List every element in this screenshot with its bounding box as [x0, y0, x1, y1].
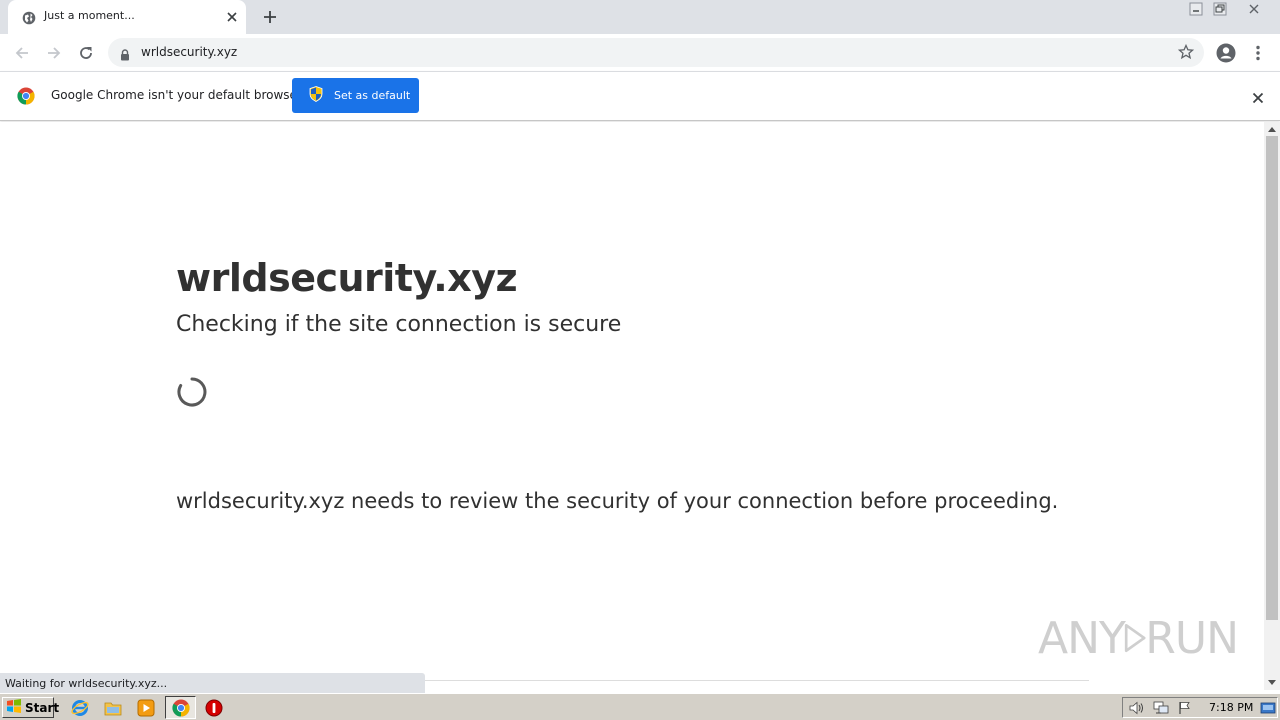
set-as-default-label: Set as default: [334, 89, 411, 102]
scroll-thumb[interactable]: [1266, 136, 1278, 620]
volume-icon[interactable]: [1129, 700, 1145, 716]
tab-strip: Just a moment...: [0, 0, 1280, 34]
tab-close-icon[interactable]: [224, 9, 240, 25]
set-as-default-button[interactable]: Set as default: [292, 78, 419, 113]
forward-button[interactable]: [41, 40, 67, 66]
status-bubble: Waiting for wrldsecurity.xyz...: [0, 673, 425, 693]
vertical-scrollbar[interactable]: [1264, 122, 1280, 690]
restore-button[interactable]: [1208, 0, 1232, 18]
network-icon[interactable]: [1153, 700, 1169, 716]
close-window-button[interactable]: [1240, 0, 1268, 18]
anyrun-watermark: ANY RUN: [1038, 608, 1239, 668]
media-player-icon[interactable]: [136, 698, 156, 718]
show-desktop-icon[interactable]: [1260, 700, 1276, 716]
minimize-button[interactable]: [1184, 0, 1208, 18]
scroll-up-arrow-icon[interactable]: [1264, 122, 1280, 136]
windows-taskbar: Start 7:18 PM: [0, 693, 1280, 720]
loading-spinner-icon: [176, 376, 208, 408]
default-browser-infobar: Google Chrome isn't your default browser…: [0, 71, 1280, 121]
page-viewport: wrldsecurity.xyz Checking if the site co…: [0, 122, 1264, 681]
system-tray: 7:18 PM: [1122, 697, 1278, 718]
chrome-taskbar-icon[interactable]: [171, 698, 191, 718]
uac-shield-icon: [309, 86, 323, 105]
infobar-close-icon[interactable]: [1252, 89, 1264, 108]
internet-explorer-icon[interactable]: [70, 698, 90, 718]
back-button[interactable]: [9, 40, 35, 66]
taskbar-clock[interactable]: 7:18 PM: [1209, 701, 1253, 714]
infobar-message: Google Chrome isn't your default browser: [51, 88, 302, 102]
chrome-logo-icon: [17, 87, 35, 105]
tab-title: Just a moment...: [44, 9, 135, 22]
play-triangle-icon: [1124, 623, 1146, 653]
bookmark-star-icon[interactable]: [1177, 43, 1195, 64]
scroll-down-arrow-icon[interactable]: [1264, 676, 1280, 690]
site-subtitle: Checking if the site connection is secur…: [176, 312, 622, 337]
divider: [425, 680, 1089, 681]
site-title: wrldsecurity.xyz: [176, 256, 518, 300]
globe-icon: [22, 10, 36, 25]
file-explorer-icon[interactable]: [103, 698, 123, 718]
menu-kebab-icon[interactable]: [1245, 40, 1271, 66]
watermark-left-text: ANY: [1038, 612, 1126, 664]
profile-avatar-icon[interactable]: [1213, 40, 1239, 66]
reload-button[interactable]: [73, 40, 99, 66]
lock-icon[interactable]: [120, 46, 130, 65]
watermark-right-text: RUN: [1145, 612, 1239, 664]
windows-logo-icon: [6, 699, 22, 716]
browser-toolbar: wrldsecurity.xyz: [0, 34, 1280, 71]
action-center-flag-icon[interactable]: [1177, 700, 1193, 716]
start-button[interactable]: Start: [2, 697, 59, 718]
new-tab-button[interactable]: [260, 7, 280, 27]
start-label: Start: [25, 700, 60, 715]
stop-sign-icon[interactable]: [204, 698, 224, 718]
url-text[interactable]: wrldsecurity.xyz: [141, 45, 237, 59]
site-body-text: wrldsecurity.xyz needs to review the sec…: [176, 489, 1059, 513]
tab-active[interactable]: Just a moment...: [8, 0, 246, 34]
address-bar[interactable]: wrldsecurity.xyz: [108, 38, 1204, 67]
